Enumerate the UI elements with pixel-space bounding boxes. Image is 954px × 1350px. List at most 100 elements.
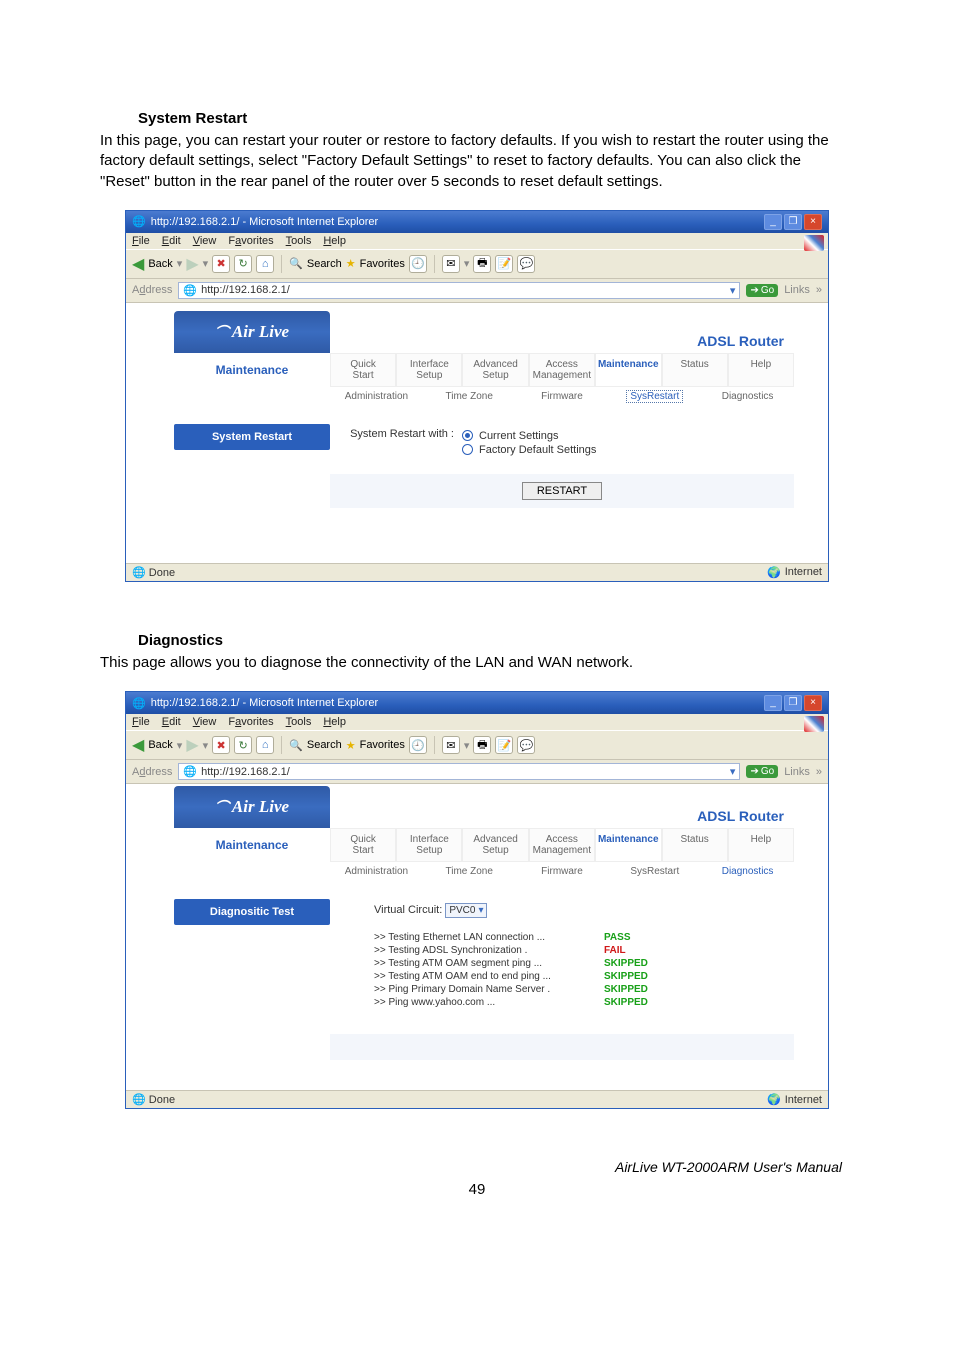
search-icon[interactable]: 🔍 [289, 257, 303, 270]
maximize-button[interactable]: ❐ [784, 695, 802, 711]
menu-favorites[interactable]: Favorites [228, 716, 273, 728]
home-icon[interactable]: ⌂ [256, 736, 274, 754]
subtab-timezone[interactable]: Time Zone [423, 862, 516, 881]
address-value: http://192.168.2.1/ [201, 766, 290, 778]
dropdown-icon[interactable]: ▾ [730, 284, 736, 297]
radio-current-settings[interactable] [462, 430, 473, 441]
tab-maintenance[interactable]: Maintenance [595, 353, 662, 387]
minimize-button[interactable]: _ [764, 695, 782, 711]
separator [434, 736, 435, 754]
tab-maintenance[interactable]: Maintenance [595, 828, 662, 862]
favorites-label[interactable]: Favorites [360, 258, 405, 270]
menu-help[interactable]: Help [323, 716, 346, 728]
history-icon[interactable]: 🕘 [409, 255, 427, 273]
sidebar-section-label: Maintenance [174, 353, 330, 387]
zone-icon: 🌍 [767, 1093, 781, 1106]
menu-tools[interactable]: Tools [286, 716, 312, 728]
links-label[interactable]: Links [784, 766, 810, 778]
subtab-diagnostics[interactable]: Diagnostics [701, 387, 794, 406]
menu-edit[interactable]: Edit [162, 716, 181, 728]
print-icon[interactable]: 🖶 [473, 255, 491, 273]
subtab-sysrestart[interactable]: SysRestart [608, 862, 701, 881]
menu-tools[interactable]: Tools [286, 235, 312, 247]
menu-edit[interactable]: Edit [162, 235, 181, 247]
subtab-sysrestart[interactable]: SysRestart [608, 387, 701, 406]
stop-icon[interactable]: ✖ [212, 255, 230, 273]
back-label[interactable]: Back [148, 258, 172, 270]
tab-advanced-setup[interactable]: AdvancedSetup [462, 828, 528, 862]
address-input[interactable]: 🌐 http://192.168.2.1/ ▾ [178, 763, 740, 780]
back-icon[interactable]: ◀ [132, 254, 144, 274]
favorites-icon[interactable]: ★ [346, 257, 356, 270]
mail-icon[interactable]: ✉ [442, 255, 460, 273]
back-icon[interactable]: ◀ [132, 735, 144, 755]
zone-text: Internet [785, 566, 822, 578]
tab-interface-setup[interactable]: InterfaceSetup [396, 828, 462, 862]
side-panel-label: Diagnositic Test [174, 899, 330, 925]
radio-factory-defaults[interactable] [462, 444, 473, 455]
discuss-icon[interactable]: 💬 [517, 736, 535, 754]
tab-quick-start[interactable]: QuickStart [330, 828, 396, 862]
test-row: >> Ping Primary Domain Name Server .SKIP… [374, 984, 790, 995]
tab-help[interactable]: Help [728, 353, 794, 387]
menu-help[interactable]: Help [323, 235, 346, 247]
subtab-administration[interactable]: Administration [330, 387, 423, 406]
sub-tabs: Administration Time Zone Firmware SysRes… [330, 387, 794, 406]
go-button[interactable]: ➔Go [746, 765, 778, 778]
edit-icon[interactable]: 📝 [495, 255, 513, 273]
minimize-button[interactable]: _ [764, 214, 782, 230]
menu-view[interactable]: View [193, 716, 217, 728]
refresh-icon[interactable]: ↻ [234, 255, 252, 273]
tab-status[interactable]: Status [662, 828, 728, 862]
tab-status[interactable]: Status [662, 353, 728, 387]
virtual-circuit-select[interactable]: PVC0 ▾ [445, 903, 487, 918]
subtab-timezone[interactable]: Time Zone [423, 387, 516, 406]
go-button[interactable]: ➔Go [746, 284, 778, 297]
tab-help[interactable]: Help [728, 828, 794, 862]
home-icon[interactable]: ⌂ [256, 255, 274, 273]
favorites-label[interactable]: Favorites [360, 739, 405, 751]
back-label[interactable]: Back [148, 739, 172, 751]
subtab-firmware[interactable]: Firmware [516, 862, 609, 881]
test-result: FAIL [604, 945, 626, 956]
mail-icon[interactable]: ✉ [442, 736, 460, 754]
search-icon[interactable]: 🔍 [289, 739, 303, 752]
test-row: >> Testing ATM OAM end to end ping ...SK… [374, 971, 790, 982]
dropdown-icon[interactable]: ▾ [730, 765, 736, 778]
forward-icon: ▶ [186, 254, 198, 274]
stop-icon[interactable]: ✖ [212, 736, 230, 754]
ie-window-title: http://192.168.2.1/ - Microsoft Internet… [151, 216, 378, 228]
refresh-icon[interactable]: ↻ [234, 736, 252, 754]
tab-access-management[interactable]: AccessManagement [529, 353, 595, 387]
maximize-button[interactable]: ❐ [784, 214, 802, 230]
subtab-diagnostics[interactable]: Diagnostics [701, 862, 794, 881]
favorites-icon[interactable]: ★ [346, 739, 356, 752]
menu-view[interactable]: View [193, 235, 217, 247]
subtab-firmware[interactable]: Firmware [516, 387, 609, 406]
go-arrow-icon: ➔ [750, 285, 758, 296]
menu-file[interactable]: File [132, 716, 150, 728]
ie-window-title: http://192.168.2.1/ - Microsoft Internet… [151, 697, 378, 709]
discuss-icon[interactable]: 💬 [517, 255, 535, 273]
sub-tabs: Administration Time Zone Firmware SysRes… [330, 862, 794, 881]
test-row: >> Ping www.yahoo.com ...SKIPPED [374, 997, 790, 1008]
tab-access-management[interactable]: AccessManagement [529, 828, 595, 862]
close-button[interactable]: × [804, 214, 822, 230]
menu-favorites[interactable]: Favorites [228, 235, 273, 247]
restart-button[interactable]: RESTART [522, 482, 602, 500]
print-icon[interactable]: 🖶 [473, 736, 491, 754]
address-input[interactable]: 🌐 http://192.168.2.1/ ▾ [178, 282, 740, 299]
subtab-administration[interactable]: Administration [330, 862, 423, 881]
tab-advanced-setup[interactable]: AdvancedSetup [462, 353, 528, 387]
menu-file[interactable]: File [132, 235, 150, 247]
tab-quick-start[interactable]: QuickStart [330, 353, 396, 387]
search-label[interactable]: Search [307, 258, 342, 270]
links-label[interactable]: Links [784, 284, 810, 296]
section-paragraph-2: This page allows you to diagnose the con… [100, 653, 854, 673]
close-button[interactable]: × [804, 695, 822, 711]
edit-icon[interactable]: 📝 [495, 736, 513, 754]
history-icon[interactable]: 🕘 [409, 736, 427, 754]
tab-interface-setup[interactable]: InterfaceSetup [396, 353, 462, 387]
search-label[interactable]: Search [307, 739, 342, 751]
test-label: >> Testing Ethernet LAN connection ... [374, 932, 604, 943]
